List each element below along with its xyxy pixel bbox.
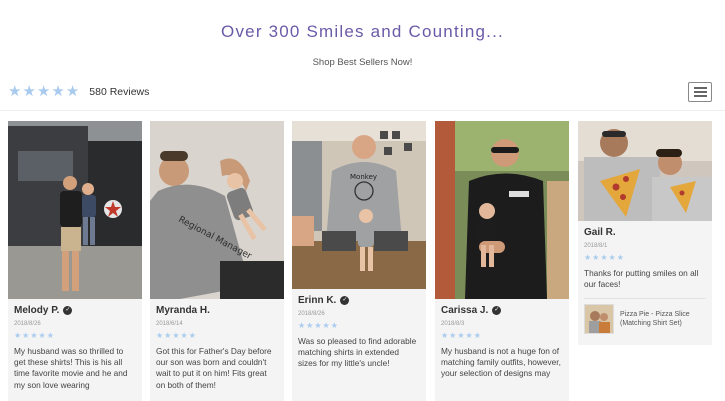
star-icon: ★ — [30, 331, 38, 340]
star-icon: ★ — [46, 331, 54, 340]
star-icon: ★ — [180, 331, 188, 340]
review-photo[interactable] — [578, 121, 712, 221]
shirt-print: Monkey — [350, 173, 377, 181]
review-card[interactable]: Regional Manager Myranda H. 2018/6/14 ★ ★… — [150, 121, 284, 401]
star-icon: ★ — [36, 83, 51, 100]
menu-button[interactable] — [688, 82, 712, 102]
review-card[interactable]: Melody P. ✓ 2018/8/26 ★ ★ ★ ★ ★ My husband w… — [8, 121, 142, 401]
review-stars: ★ ★ ★ ★ ★ — [298, 322, 420, 330]
review-date: 2018/8/26 — [14, 321, 41, 327]
star-icon: ★ — [473, 331, 481, 340]
divider — [0, 110, 725, 111]
star-icon: ★ — [8, 83, 22, 100]
hamburger-icon-bar — [693, 95, 707, 97]
review-date: 2018/8/1 — [584, 243, 608, 249]
hamburger-icon-bar — [693, 91, 707, 93]
review-card[interactable]: Carissa J. ✓ 2018/8/3 ★ ★ ★ ★ ★ My husband i… — [435, 121, 569, 401]
review-text: Got this for Father's Day before our son… — [156, 346, 272, 390]
star-icon: ★ — [38, 331, 46, 340]
star-icon: ★ — [600, 253, 608, 262]
star-icon: ★ — [608, 253, 616, 262]
review-photo[interactable]: Monkey — [292, 121, 426, 289]
star-icon: ★ — [164, 331, 172, 340]
star-icon: ★ — [172, 331, 180, 340]
verified-icon: ✓ — [63, 306, 73, 315]
reviewer-name: Erinn K. — [298, 295, 337, 306]
verified-icon: ✓ — [492, 306, 502, 315]
review-stars: ★ ★ ★ ★ ★ — [156, 332, 278, 340]
product-thumbnail[interactable] — [584, 304, 614, 335]
star-icon: ★ — [457, 331, 465, 340]
star-icon: ★ — [14, 331, 22, 340]
review-date: 2018/8/3 — [441, 321, 465, 327]
reviewer-name: Gail R. — [584, 227, 616, 238]
star-icon: ★ — [330, 321, 338, 330]
review-photo[interactable] — [435, 121, 569, 299]
star-icon: ★ — [22, 331, 30, 340]
star-icon: ★ — [584, 253, 592, 262]
review-stars: ★ ★ ★ ★ ★ — [14, 332, 136, 340]
review-text: Was so pleased to find adorable matching… — [298, 336, 417, 369]
star-icon: ★ — [616, 253, 624, 262]
review-card[interactable]: Gail R. 2018/8/1 ★ ★ ★ ★ ★ Thanks for puttin… — [578, 121, 712, 345]
star-icon: ★ — [51, 83, 65, 100]
product-link[interactable]: Pizza Pie - Pizza Slice (Matching Shirt … — [584, 298, 706, 335]
star-icon: ★ — [65, 83, 80, 100]
review-text: My husband was so thrilled to get these … — [14, 346, 128, 390]
review-stars: ★ ★ ★ ★ ★ — [584, 254, 706, 262]
review-stars: ★ ★ ★ ★ ★ — [441, 332, 563, 340]
review-text: My husband is not a huge fon of matching… — [441, 346, 561, 379]
star-icon: ★ — [22, 83, 36, 100]
review-photo[interactable] — [8, 121, 142, 299]
product-name[interactable]: Pizza Pie - Pizza Slice (Matching Shirt … — [620, 310, 706, 328]
star-icon: ★ — [188, 331, 196, 340]
rating-summary: ★ ★ ★ ★ ★ 580 Reviews — [8, 84, 149, 99]
subline-link[interactable]: Shop Best Sellers Now! — [0, 57, 725, 68]
verified-icon: ✓ — [340, 296, 350, 305]
review-text: Thanks for putting smiles on all our fac… — [584, 268, 699, 290]
review-photo[interactable]: Regional Manager — [150, 121, 284, 299]
review-date: 2018/6/14 — [156, 321, 183, 327]
star-icon: ★ — [322, 321, 330, 330]
star-icon: ★ — [156, 331, 164, 340]
headline: Over 300 Smiles and Counting... — [221, 22, 504, 41]
star-icon: ★ — [298, 321, 306, 330]
review-date: 2018/8/26 — [298, 311, 325, 317]
review-card[interactable]: Monkey Erinn K. ✓ 2018/8/26 ★ ★ ★ ★ ★ Was so… — [292, 121, 426, 401]
star-icon: ★ — [441, 331, 449, 340]
star-icon: ★ — [465, 331, 473, 340]
hamburger-icon-bar — [693, 87, 707, 89]
star-icon: ★ — [306, 321, 314, 330]
summary-stars: ★ ★ ★ ★ ★ — [8, 84, 79, 99]
star-icon: ★ — [314, 321, 322, 330]
review-count: 580 Reviews — [89, 85, 150, 98]
reviewer-name: Carissa J. — [441, 305, 489, 316]
reviewer-name: Myranda H. — [156, 305, 210, 316]
reviewer-name: Melody P. — [14, 305, 60, 316]
star-icon: ★ — [592, 253, 600, 262]
star-icon: ★ — [449, 331, 457, 340]
